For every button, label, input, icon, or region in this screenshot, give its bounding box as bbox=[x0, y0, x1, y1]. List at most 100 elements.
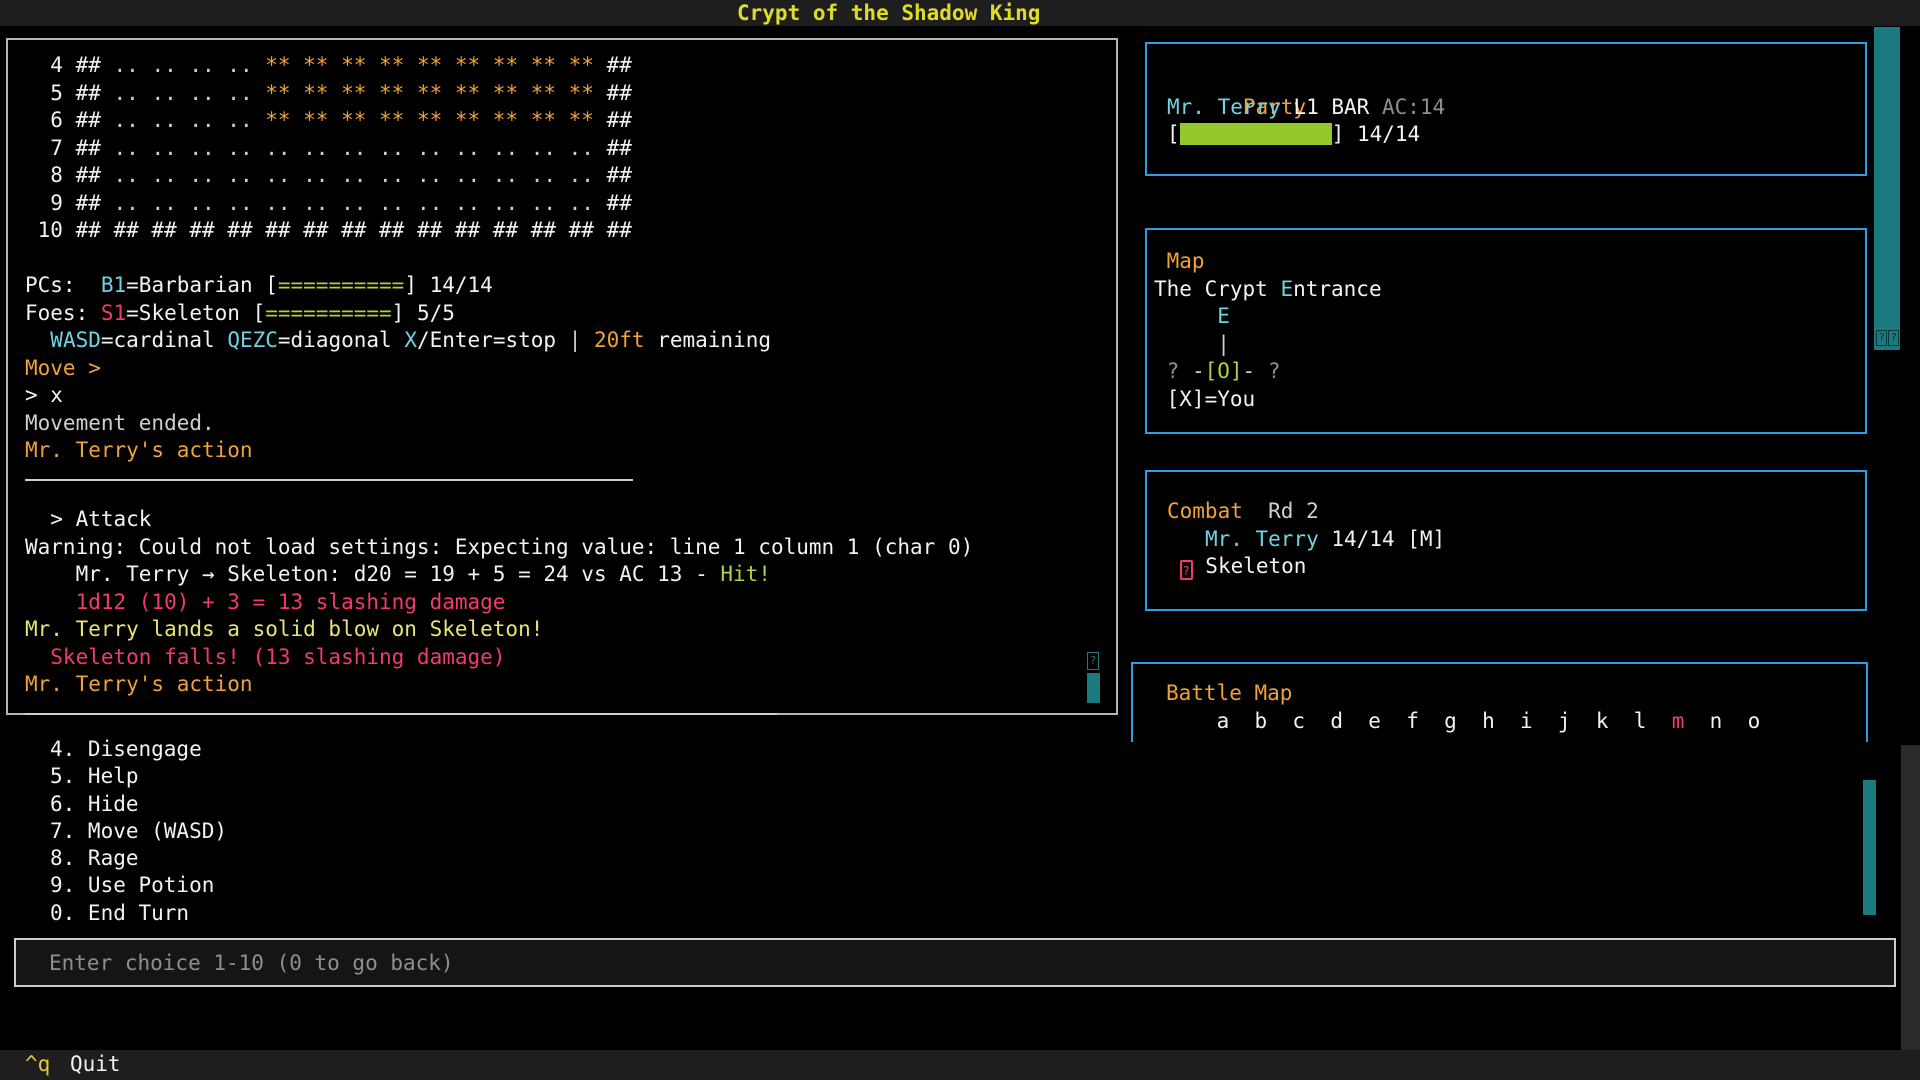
attack-echo-line: > Attack bbox=[25, 506, 1085, 534]
text-seg: Move > bbox=[25, 356, 101, 380]
action-menu: 4. Disengage5. Help6. Hide7. Move (WASD)… bbox=[50, 736, 227, 927]
log-separator bbox=[25, 479, 633, 481]
sidebar-scrollbar-thumb[interactable] bbox=[1874, 27, 1900, 350]
text-seg: ** ** ** ** ** ** ** ** ** bbox=[265, 53, 594, 77]
text-seg: [O] bbox=[1205, 359, 1243, 383]
spacer bbox=[1344, 122, 1357, 146]
menu-item-9[interactable]: 9. Use Potion bbox=[50, 872, 227, 899]
text-seg: E bbox=[1280, 277, 1293, 301]
quit-shortcut-label[interactable]: Quit bbox=[70, 1051, 121, 1079]
command-echo-line: > x bbox=[25, 382, 1085, 410]
warning-line: Warning: Could not load settings: Expect… bbox=[25, 534, 1085, 562]
text-seg: Hit! bbox=[720, 562, 771, 586]
text-seg: ## bbox=[76, 163, 114, 187]
hit-narration-line: Mr. Terry lands a solid blow on Skeleton… bbox=[25, 616, 1085, 644]
text-seg: ========== bbox=[265, 301, 391, 325]
move-help-line: WASD=cardinal QEZC=diagonal X/Enter=stop… bbox=[25, 327, 1085, 355]
legend: [X]=You bbox=[1154, 386, 1865, 414]
menu-item-0[interactable]: 0. End Turn bbox=[50, 900, 227, 927]
map-row-10: 10 ## ## ## ## ## ## ## ## ## ## ## ## #… bbox=[25, 217, 1085, 245]
character-name: Mr. Terry bbox=[1167, 95, 1281, 119]
text-seg: Mr. Terry lands a solid blow on Skeleton… bbox=[25, 617, 543, 641]
text-seg: .. .. .. .. .. .. .. .. .. .. .. .. .. bbox=[114, 191, 594, 215]
text-seg: S1 bbox=[101, 301, 126, 325]
text-seg: > Attack bbox=[25, 507, 151, 531]
menu-item-7[interactable]: 7. Move (WASD) bbox=[50, 818, 227, 845]
text-seg: 5 bbox=[25, 81, 76, 105]
text-seg: ## bbox=[594, 163, 632, 187]
text-seg: ** ** ** ** ** ** ** ** ** bbox=[265, 108, 594, 132]
text-seg: a b c d e f g h i j k l bbox=[1166, 709, 1672, 733]
map-row-4: 4 ## .. .. .. .. ** ** ** ** ** ** ** **… bbox=[25, 52, 1085, 80]
map-row-7: 7 ## .. .. .. .. .. .. .. .. .. .. .. ..… bbox=[25, 135, 1085, 163]
battle-map-panel: Battle Map a b c d e f g h i j k l m n o bbox=[1131, 662, 1868, 742]
damage-roll-line: 1d12 (10) + 3 = 13 slashing damage bbox=[25, 589, 1085, 617]
attack-roll-line: Mr. Terry → Skeleton: d20 = 19 + 5 = 24 … bbox=[25, 561, 1085, 589]
scrollbar-arrow-icon[interactable]: ? bbox=[1087, 652, 1099, 670]
text-seg: ] 5/5 bbox=[392, 301, 455, 325]
text-seg: B1 bbox=[101, 273, 126, 297]
log-scrollbar-thumb[interactable] bbox=[1087, 673, 1100, 703]
text-seg: ## bbox=[594, 136, 632, 160]
text-seg: ** ** ** ** ** ** ** ** ** bbox=[265, 81, 594, 105]
menu-item-8[interactable]: 8. Rage bbox=[50, 845, 227, 872]
text-seg: .. .. .. .. bbox=[114, 81, 266, 105]
scrollbar-arrow-icon[interactable]: ? bbox=[1876, 330, 1887, 346]
column-letters: a b c d e f g h i j k l m n o bbox=[1166, 708, 1866, 736]
spacer bbox=[1281, 95, 1294, 119]
battle-log[interactable]: 4 ## .. .. .. .. ** ** ** ** ** ** ** **… bbox=[25, 52, 1085, 740]
location-name: The Crypt Entrance bbox=[1154, 276, 1865, 304]
action-header-line: Mr. Terry's action bbox=[25, 671, 1085, 699]
terminal-app: Crypt of the Shadow King 4 ## .. .. .. .… bbox=[0, 0, 1920, 1080]
party-panel: Party Mr. Terry L1 BAR AC:14 [] 14/14 bbox=[1145, 42, 1867, 176]
map-panel: MapThe Crypt Entrance E | ? -[O]- ? [X]=… bbox=[1145, 228, 1867, 434]
combat-title: Combat Rd 2 bbox=[1167, 498, 1865, 526]
text-seg: 4 bbox=[25, 53, 76, 77]
text-seg: ] 14/14 bbox=[404, 273, 493, 297]
text-seg: - bbox=[1243, 359, 1256, 383]
text-seg: ## bbox=[76, 53, 114, 77]
text-seg: Skeleton falls! (13 slashing damage) bbox=[25, 645, 505, 669]
text-seg: m bbox=[1672, 709, 1685, 733]
text-seg: ## bbox=[594, 108, 632, 132]
initiative-row-terry: Mr. Terry 14/14 [M] bbox=[1167, 526, 1865, 554]
text-seg: | bbox=[569, 328, 594, 352]
text-seg: 10 bbox=[25, 218, 76, 242]
quit-shortcut-key[interactable]: ^q bbox=[25, 1051, 50, 1079]
window-scrollbar-track[interactable] bbox=[1901, 745, 1920, 1050]
scrollbar-arrow-icon[interactable]: ? bbox=[1888, 330, 1899, 346]
text-seg: Mr. Terry's action bbox=[25, 672, 253, 696]
menu-item-4[interactable]: 4. Disengage bbox=[50, 736, 227, 763]
text-seg: ? bbox=[1255, 359, 1280, 383]
menu-item-6[interactable]: 6. Hide bbox=[50, 791, 227, 818]
text-seg: /Enter=stop bbox=[417, 328, 569, 352]
map-row-8: 8 ## .. .. .. .. .. .. .. .. .. .. .. ..… bbox=[25, 162, 1085, 190]
text-seg: E bbox=[1154, 304, 1230, 328]
text-seg: =diagonal bbox=[278, 328, 404, 352]
text-seg: | bbox=[1154, 332, 1230, 356]
party-title: Party bbox=[1167, 66, 1865, 94]
text-seg: .. .. .. .. bbox=[114, 108, 266, 132]
text-seg: PCs: bbox=[25, 273, 101, 297]
choice-input[interactable] bbox=[14, 938, 1896, 987]
spacer bbox=[1369, 95, 1382, 119]
foes-line: Foes: S1=Skeleton [==========] 5/5 bbox=[25, 300, 1085, 328]
text-seg: Battle Map bbox=[1166, 681, 1292, 705]
blank-line bbox=[25, 245, 1085, 273]
log-separator bbox=[25, 713, 777, 715]
text-seg: .. .. .. .. bbox=[114, 53, 266, 77]
map-row-6: 6 ## .. .. .. .. ** ** ** ** ** ** ** **… bbox=[25, 107, 1085, 135]
text-seg: Skeleton bbox=[1193, 554, 1307, 578]
text-seg: Mr. Terry's action bbox=[25, 438, 253, 462]
text-seg: ? bbox=[1154, 359, 1192, 383]
text-seg: [X]=You bbox=[1154, 387, 1255, 411]
menu-item-5[interactable]: 5. Help bbox=[50, 763, 227, 790]
text-seg: QEZC bbox=[227, 328, 278, 352]
text-seg: Warning: Could not load settings: Expect… bbox=[25, 535, 973, 559]
bottom-scrollbar-thumb[interactable] bbox=[1863, 780, 1876, 915]
text-seg: ========== bbox=[278, 273, 404, 297]
text-seg: ## ## ## ## ## ## ## ## ## ## ## ## ## #… bbox=[76, 218, 632, 242]
text-seg: ## bbox=[76, 81, 114, 105]
text-seg: 1d12 (10) + 3 = 13 slashing damage bbox=[25, 590, 505, 614]
text-seg: .. .. .. .. .. .. .. .. .. .. .. .. .. bbox=[114, 163, 594, 187]
